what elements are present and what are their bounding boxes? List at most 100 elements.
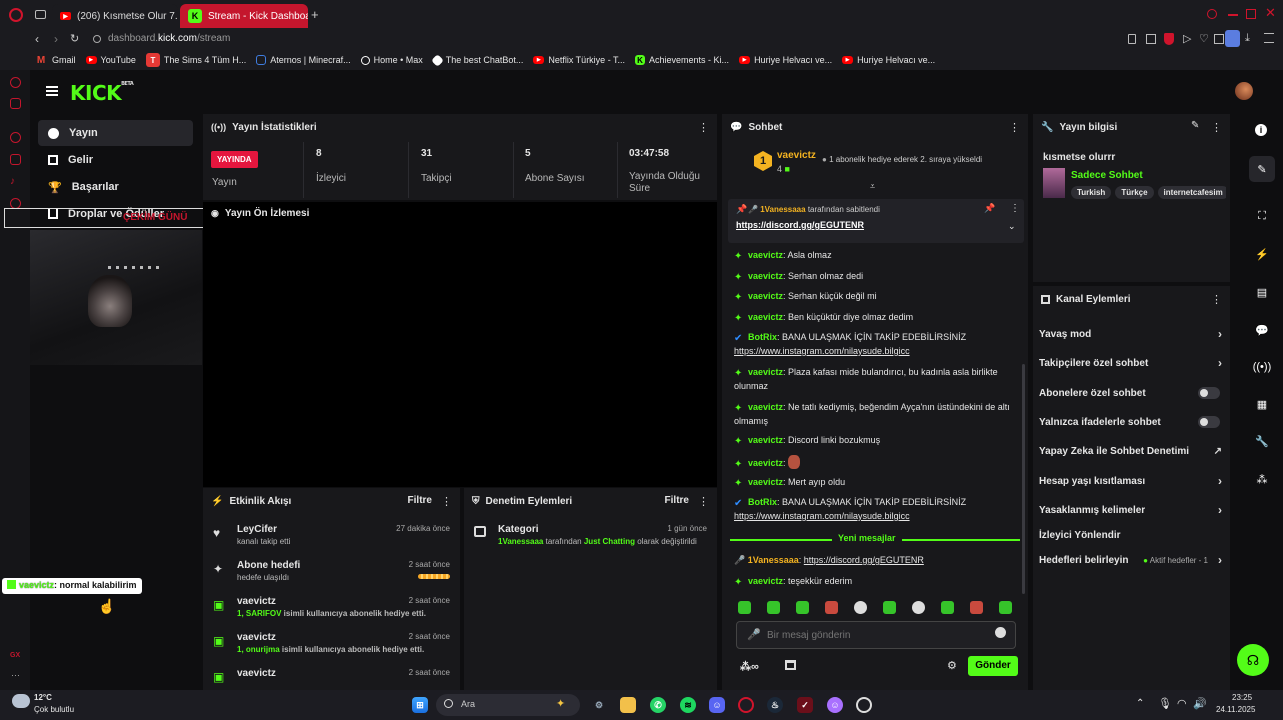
chat-user[interactable]: vaevictz [748, 367, 783, 377]
chatgpt-icon[interactable] [856, 697, 872, 713]
steam-icon[interactable]: ♨ [767, 697, 783, 713]
action-raid[interactable]: İzleyici Yönlendir [1039, 523, 1222, 547]
broadcast-button[interactable]: ((•)) [1249, 354, 1275, 380]
minimize-button[interactable] [1228, 14, 1238, 16]
wifi-icon[interactable]: ◠ [1177, 697, 1187, 710]
file-explorer-icon[interactable] [620, 697, 636, 713]
weather-temp[interactable]: 12°C [34, 693, 52, 702]
hamburger-menu-icon[interactable] [46, 86, 58, 96]
bookmark-huriye-2[interactable]: ▶ Huriye Helvacı ve... [842, 55, 935, 65]
app-icon[interactable]: ✓ [797, 697, 813, 713]
nav-item-stream[interactable]: Yayın [38, 120, 193, 146]
tools-button[interactable]: 🔧 [1249, 428, 1275, 454]
emote-icon[interactable] [796, 601, 809, 614]
bookmark-achievements[interactable]: K Achievements - Ki... [635, 55, 729, 65]
clip-button[interactable]: ⛶ [1249, 203, 1275, 229]
vpn-shield-icon[interactable] [1164, 33, 1174, 45]
action-ai-moderation[interactable]: Yapay Zeka ile Sohbet Denetimi ↗ [1039, 439, 1222, 463]
chat-user[interactable]: vaevictz [748, 291, 783, 301]
aria-icon[interactable] [10, 77, 21, 88]
connections-button[interactable]: ⁂ [1249, 466, 1275, 492]
chat-input[interactable] [767, 627, 987, 643]
chat-app-icon[interactable] [10, 98, 21, 109]
bookmark-netflix[interactable]: ▶ Netflix Türkiye - T... [533, 55, 625, 65]
nav-item-achievements[interactable]: 🏆 Başarılar [38, 174, 193, 200]
menu-icon[interactable] [1264, 33, 1274, 43]
weather-text[interactable]: Çok bulutlu [34, 705, 74, 714]
support-button[interactable]: ☊ [1237, 644, 1269, 676]
start-icon[interactable]: ⊞ [412, 697, 428, 713]
kick-logo[interactable]: KICKBETA [70, 81, 134, 105]
microphone-icon[interactable]: 🎙 [1158, 697, 1172, 710]
moderation-menu-icon[interactable]: ⋮ [698, 495, 709, 508]
chevron-down-icon[interactable]: ⌄ [1008, 221, 1016, 232]
back-icon[interactable]: ‹ [35, 32, 39, 46]
edit-pencil-icon[interactable]: ✎ [1191, 120, 1199, 131]
discord-icon[interactable]: ☺ [709, 697, 725, 713]
stream-stats-menu-icon[interactable]: ⋮ [698, 121, 709, 134]
download-icon[interactable]: ⤓ [1245, 32, 1250, 45]
emote-icon[interactable] [825, 601, 838, 614]
user-avatar[interactable] [1235, 82, 1253, 100]
info-icon[interactable]: i [1255, 124, 1267, 136]
action-account-age[interactable]: Hesap yaşı kısıtlaması › [1039, 469, 1222, 493]
chat-user[interactable]: vaevictz [748, 576, 783, 586]
emoji-icon[interactable] [995, 627, 1006, 638]
volume-icon[interactable]: 🔊 [1193, 697, 1207, 710]
twitch-like-icon[interactable]: ☺ [827, 697, 843, 713]
emote-icon[interactable] [738, 601, 751, 614]
clock-time[interactable]: 23:25 [1232, 693, 1252, 702]
bookmark-youtube[interactable]: ▶ YouTube [85, 55, 136, 65]
subscribers-only-toggle[interactable] [1198, 387, 1220, 399]
snapshot-icon[interactable] [1146, 34, 1156, 44]
chat-input-box[interactable]: 🎤 [736, 621, 1016, 649]
settings-app-icon[interactable]: ⚙ [591, 697, 607, 713]
chat-link[interactable]: https://discord.gg/gEGUTENR [804, 555, 924, 565]
chat-user[interactable]: vaevictz [748, 312, 783, 322]
bookmark-max[interactable]: Home • Max [360, 55, 423, 65]
tab-search-icon[interactable] [1207, 9, 1217, 19]
chat-user[interactable]: vaevictz [748, 402, 783, 412]
search-box[interactable]: Ara ✦ [436, 694, 580, 716]
new-tab-button[interactable]: + [311, 7, 319, 22]
pinned-link[interactable]: https://discord.gg/gEGUTENR [736, 220, 864, 230]
action-followers-only[interactable]: Takipçilere özel sohbet › [1039, 351, 1222, 375]
bookmark-icon[interactable] [1128, 34, 1136, 44]
action-banned-words[interactable]: Yasaklanmış kelimeler › [1039, 498, 1222, 522]
reload-icon[interactable]: ↻ [70, 32, 79, 45]
emote-icon[interactable] [912, 601, 925, 614]
stream-info-menu-icon[interactable]: ⋮ [1211, 121, 1222, 134]
forward-icon[interactable]: › [54, 32, 58, 46]
chat-user[interactable]: vaevictz [748, 250, 783, 260]
opera-gx-icon[interactable] [738, 697, 754, 713]
activity-menu-icon[interactable]: ⋮ [441, 495, 452, 508]
chat-link[interactable]: https://www.instagram.com/nilaysude.bilg… [734, 511, 910, 521]
tag[interactable]: internetcafesim [1157, 186, 1226, 199]
chat-user[interactable]: BotRix [748, 497, 777, 507]
layout-button[interactable]: ▦ [1249, 391, 1275, 417]
edit-panel-button[interactable]: ✎ [1249, 156, 1275, 182]
tag[interactable]: Türkçe [1115, 186, 1154, 199]
quick-action-button[interactable]: ⚡ [1249, 241, 1275, 267]
instagram-icon[interactable] [10, 154, 21, 165]
tab-overview-icon[interactable] [35, 10, 46, 19]
chat-user[interactable]: BotRix [748, 332, 777, 342]
emote-icon[interactable] [854, 601, 867, 614]
chat-user[interactable]: 1Vanessaaa [748, 555, 799, 565]
heart-icon[interactable]: ♡ [1199, 32, 1209, 45]
close-button[interactable]: ✕ [1265, 5, 1276, 21]
category-name[interactable]: Sadece Sohbet [1071, 170, 1143, 181]
chat-user[interactable]: vaevictz [748, 458, 783, 468]
chat-user[interactable]: vaevictz [748, 435, 783, 445]
emote-icon[interactable] [767, 601, 780, 614]
chat-scrollbar[interactable] [1022, 364, 1025, 594]
tray-chevron-icon[interactable]: ⌃ [1136, 698, 1144, 709]
extensions-icon[interactable]: ▷ [1183, 32, 1191, 45]
whatsapp-app-icon[interactable]: ✆ [650, 697, 666, 713]
chat-users-icon[interactable]: ⁂∞ [740, 660, 759, 673]
unpin-icon[interactable]: 📌 [984, 203, 995, 214]
tiktok-icon[interactable]: ♪ [10, 176, 21, 187]
tab-youtube[interactable]: ▶ (206) Kısmetse Olur 7. Ha [52, 4, 178, 28]
chat-user[interactable]: vaevictz [748, 271, 783, 281]
bookmark-chatbot[interactable]: The best ChatBot... [430, 53, 523, 67]
